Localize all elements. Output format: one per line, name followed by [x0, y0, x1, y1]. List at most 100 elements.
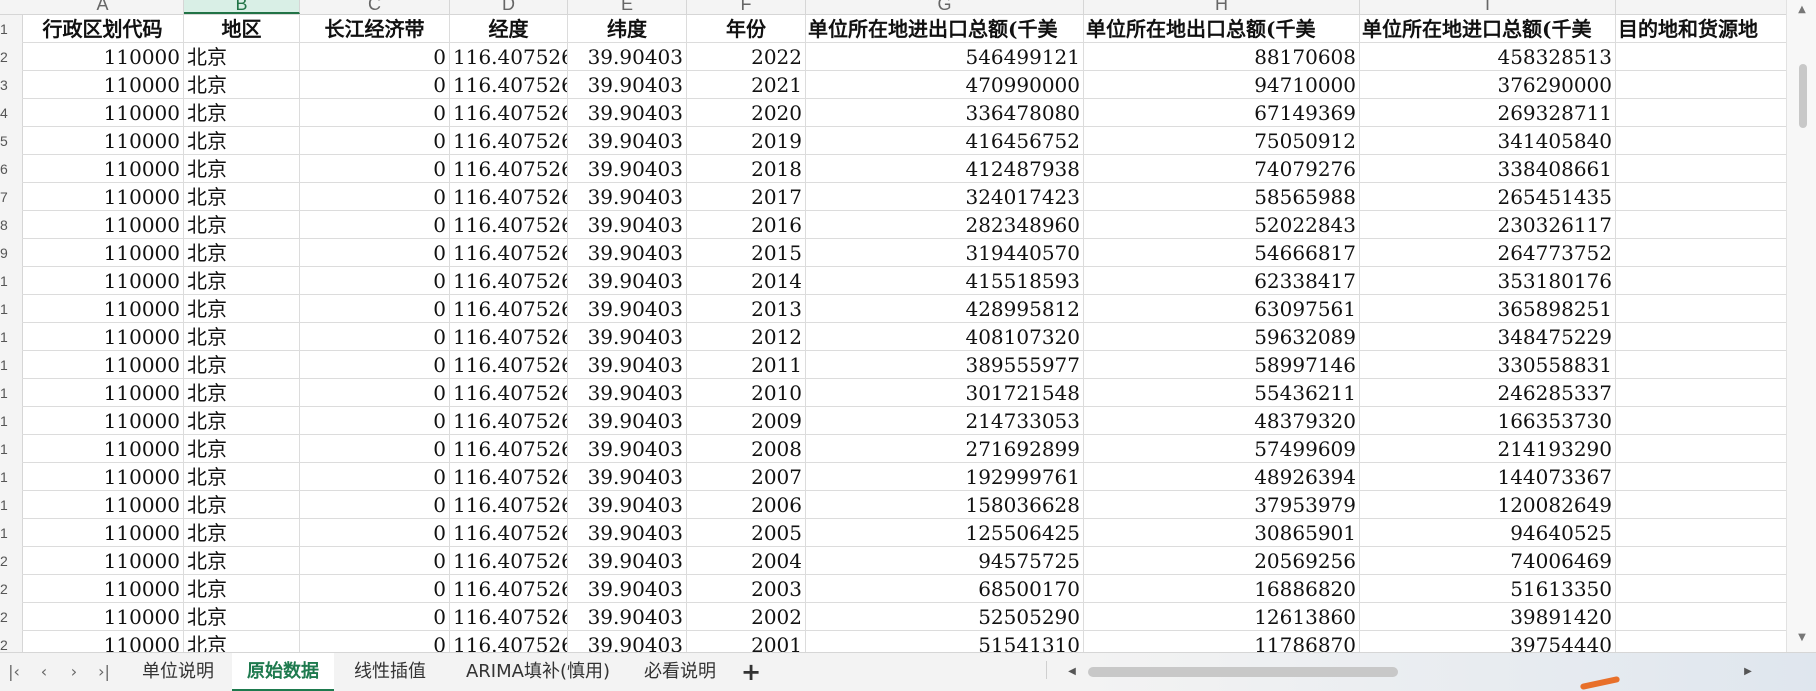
cell-lon[interactable]: 116.407526 [450, 407, 568, 435]
cell-lon[interactable]: 116.407526 [450, 351, 568, 379]
prev-sheet-icon[interactable]: ‹ [32, 653, 56, 691]
cell-total[interactable]: 470990000 [806, 71, 1084, 99]
row-number[interactable]: 5 [0, 133, 8, 149]
cell-lon[interactable]: 116.407526 [450, 547, 568, 575]
cell-lat[interactable]: 39.90403 [568, 99, 687, 127]
cell-year[interactable]: 2002 [687, 603, 806, 631]
cell-lat[interactable]: 39.90403 [568, 323, 687, 351]
cell-import[interactable]: 39754440 [1360, 631, 1616, 652]
cell-empty[interactable] [1616, 43, 1786, 71]
horizontal-scroll-thumb[interactable] [1088, 667, 1398, 677]
cell-yangtze[interactable]: 0 [300, 547, 450, 575]
cell-empty[interactable] [1616, 379, 1786, 407]
cell-lon[interactable]: 116.407526 [450, 99, 568, 127]
cell-total[interactable]: 301721548 [806, 379, 1084, 407]
cell-total[interactable]: 546499121 [806, 43, 1084, 71]
cell-empty[interactable] [1616, 155, 1786, 183]
cell-export[interactable]: 20569256 [1084, 547, 1360, 575]
column-header-C[interactable]: C [300, 0, 450, 14]
cell-empty[interactable] [1616, 211, 1786, 239]
cell-region[interactable]: 北京 [184, 323, 300, 351]
cell-total[interactable]: 324017423 [806, 183, 1084, 211]
cell-yangtze[interactable]: 0 [300, 71, 450, 99]
row-number[interactable]: 10 [0, 273, 8, 289]
cell-region[interactable]: 北京 [184, 267, 300, 295]
cell-year[interactable]: 2013 [687, 295, 806, 323]
cell-import[interactable]: 51613350 [1360, 575, 1616, 603]
cell-year[interactable]: 2006 [687, 491, 806, 519]
cell-lon[interactable]: 116.407526 [450, 127, 568, 155]
cell-yangtze[interactable]: 0 [300, 99, 450, 127]
column-header-I[interactable]: I [1360, 0, 1616, 14]
cell-import[interactable]: 330558831 [1360, 351, 1616, 379]
scroll-left-icon[interactable]: ◀ [1062, 653, 1082, 691]
scroll-down-icon[interactable]: ▼ [1787, 628, 1816, 648]
cell-total[interactable]: 336478080 [806, 99, 1084, 127]
cell-region[interactable]: 北京 [184, 71, 300, 99]
cell-code[interactable]: 110000 [22, 127, 184, 155]
cell-import[interactable]: 458328513 [1360, 43, 1616, 71]
cell-total[interactable]: 428995812 [806, 295, 1084, 323]
cell-yangtze[interactable]: 0 [300, 323, 450, 351]
cell-lat[interactable]: 39.90403 [568, 631, 687, 652]
cell-import[interactable]: 144073367 [1360, 463, 1616, 491]
cell-export[interactable]: 48379320 [1084, 407, 1360, 435]
row-number[interactable]: 1 [0, 21, 8, 37]
cell-import[interactable]: 264773752 [1360, 239, 1616, 267]
cell-yangtze[interactable]: 0 [300, 491, 450, 519]
scroll-up-icon[interactable]: ▲ [1787, 0, 1816, 20]
cell-yangtze[interactable]: 0 [300, 267, 450, 295]
cell-yangtze[interactable]: 0 [300, 407, 450, 435]
cell-empty[interactable] [1616, 575, 1786, 603]
row-number[interactable]: 20 [0, 553, 8, 569]
cell-year[interactable]: 2018 [687, 155, 806, 183]
cell-yangtze[interactable]: 0 [300, 575, 450, 603]
cell-year[interactable]: 2005 [687, 519, 806, 547]
cell-lat[interactable]: 39.90403 [568, 351, 687, 379]
header-cell[interactable]: 单位所在地进口总额(千美 [1360, 15, 1616, 43]
cell-lat[interactable]: 39.90403 [568, 211, 687, 239]
cell-import[interactable]: 246285337 [1360, 379, 1616, 407]
cell-year[interactable]: 2009 [687, 407, 806, 435]
cell-lon[interactable]: 116.407526 [450, 211, 568, 239]
row-number[interactable]: 11 [0, 301, 8, 317]
cell-total[interactable]: 158036628 [806, 491, 1084, 519]
header-cell[interactable]: 目的地和货源地 [1616, 15, 1786, 43]
cell-code[interactable]: 110000 [22, 239, 184, 267]
cell-code[interactable]: 110000 [22, 211, 184, 239]
cell-region[interactable]: 北京 [184, 211, 300, 239]
cell-total[interactable]: 94575725 [806, 547, 1084, 575]
cell-export[interactable]: 16886820 [1084, 575, 1360, 603]
cell-yangtze[interactable]: 0 [300, 127, 450, 155]
cell-region[interactable]: 北京 [184, 351, 300, 379]
cell-year[interactable]: 2020 [687, 99, 806, 127]
cell-code[interactable]: 110000 [22, 603, 184, 631]
cell-total[interactable]: 415518593 [806, 267, 1084, 295]
row-number[interactable]: 2 [0, 49, 8, 65]
cell-import[interactable]: 265451435 [1360, 183, 1616, 211]
cell-total[interactable]: 51541310 [806, 631, 1084, 652]
cell-export[interactable]: 11786870 [1084, 631, 1360, 652]
cell-lon[interactable]: 116.407526 [450, 575, 568, 603]
sheet-tab[interactable]: ARIMA填补(慎用) [448, 653, 628, 691]
cell-code[interactable]: 110000 [22, 183, 184, 211]
cell-code[interactable]: 110000 [22, 463, 184, 491]
cell-lon[interactable]: 116.407526 [450, 155, 568, 183]
cell-lon[interactable]: 116.407526 [450, 631, 568, 652]
cell-lat[interactable]: 39.90403 [568, 183, 687, 211]
cell-region[interactable]: 北京 [184, 295, 300, 323]
cell-year[interactable]: 2001 [687, 631, 806, 652]
row-number[interactable]: 18 [0, 497, 8, 513]
row-number[interactable]: 8 [0, 217, 8, 233]
sheet-tab[interactable]: 原始数据 [232, 653, 334, 691]
cell-export[interactable]: 75050912 [1084, 127, 1360, 155]
cell-lon[interactable]: 116.407526 [450, 71, 568, 99]
cell-import[interactable]: 365898251 [1360, 295, 1616, 323]
cell-total[interactable]: 412487938 [806, 155, 1084, 183]
cell-lat[interactable]: 39.90403 [568, 435, 687, 463]
cell-empty[interactable] [1616, 323, 1786, 351]
cell-total[interactable]: 68500170 [806, 575, 1084, 603]
cell-empty[interactable] [1616, 239, 1786, 267]
next-sheet-icon[interactable]: › [62, 653, 86, 691]
cell-export[interactable]: 59632089 [1084, 323, 1360, 351]
